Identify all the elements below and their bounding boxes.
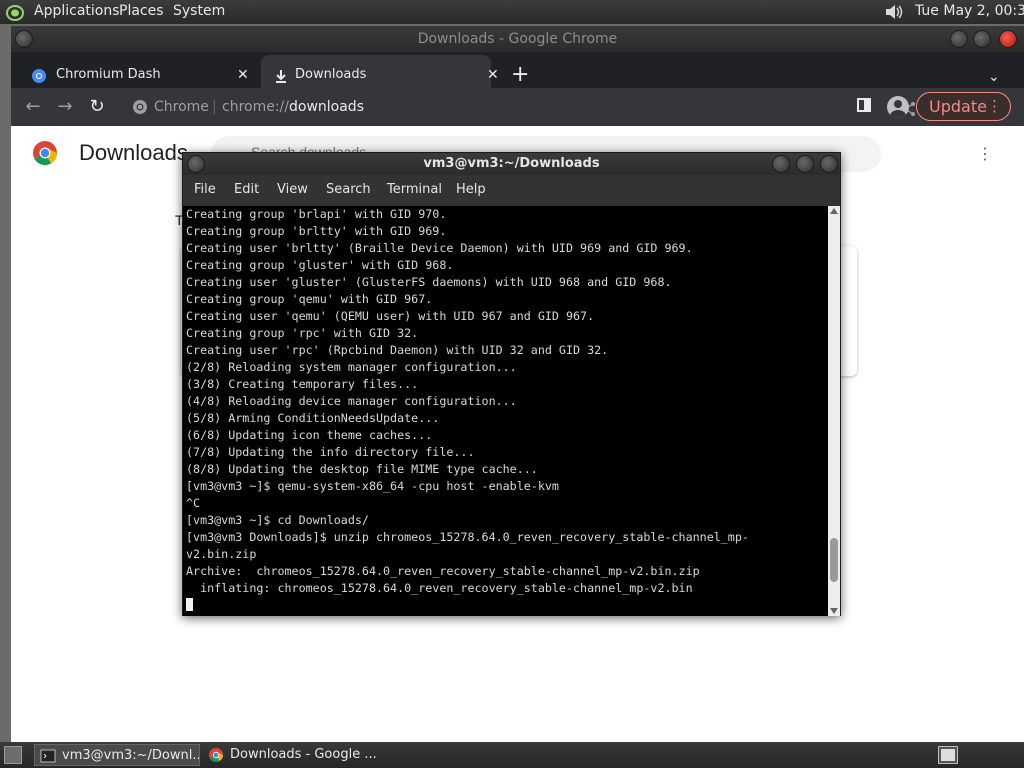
gnome-foot-icon[interactable]	[4, 2, 26, 22]
update-button[interactable]: Update ⋮	[916, 92, 1011, 121]
minimize-button[interactable]	[772, 155, 790, 173]
more-vert-icon: ⋮	[987, 97, 1002, 115]
terminal-line: (6/8) Updating icon theme caches...	[186, 428, 433, 442]
menu-terminal[interactable]: Terminal	[387, 182, 442, 197]
scroll-up-arrow-icon[interactable]	[830, 208, 838, 214]
task-label: Downloads - Google ...	[230, 747, 377, 762]
task-label: vm3@vm3:~/Downl...	[62, 748, 200, 763]
terminal-icon	[40, 749, 56, 763]
terminal-line: Creating group 'brlapi' with GID 970.	[186, 207, 447, 221]
maximize-button[interactable]	[796, 155, 814, 173]
terminal-line: (2/8) Reloading system manager configura…	[186, 360, 517, 374]
terminal-scrollbar[interactable]	[828, 206, 840, 616]
close-tab-icon[interactable]: ✕	[487, 58, 499, 92]
new-tab-button[interactable]: +	[511, 58, 529, 92]
terminal-line: [vm3@vm3 ~]$ qemu-system-x86_64 -cpu hos…	[186, 479, 559, 493]
omnibox[interactable]: Chrome | chrome://downloads ☆	[126, 92, 947, 122]
side-panel-icon[interactable]	[857, 98, 871, 112]
back-button[interactable]: ←	[19, 94, 47, 120]
terminal-window-title: vm3@vm3:~/Downloads	[423, 156, 600, 171]
terminal-line: (4/8) Reloading device manager configura…	[186, 394, 517, 408]
close-tab-icon[interactable]: ✕	[237, 58, 249, 92]
applications-menu[interactable]: Applications	[34, 3, 120, 19]
close-window-button[interactable]	[999, 30, 1017, 48]
menu-view[interactable]: View	[277, 182, 308, 197]
system-menu[interactable]: System	[173, 3, 225, 19]
terminal-line: Creating user 'rpc' (Rpcbind Daemon) wit…	[186, 343, 609, 357]
url-prefix: chrome://	[222, 99, 289, 115]
terminal-line: (8/8) Updating the desktop file MIME typ…	[186, 462, 538, 476]
profile-avatar-icon[interactable]	[887, 96, 909, 118]
more-actions-icon[interactable]: ⋮	[977, 144, 993, 163]
clock[interactable]: Tue May 2, 00:33	[915, 3, 1024, 19]
omnibox-separator: |	[212, 99, 217, 115]
terminal-line: [vm3@vm3 Downloads]$ unzip chromeos_1527…	[186, 530, 749, 544]
terminal-line: Creating group 'gluster' with GID 968.	[186, 258, 454, 272]
chrome-logo-icon	[33, 141, 57, 166]
volume-icon[interactable]	[883, 2, 905, 22]
terminal-line: Creating group 'qemu' with GID 967.	[186, 292, 433, 306]
menu-help[interactable]: Help	[456, 182, 486, 197]
minimize-button[interactable]	[950, 30, 968, 48]
text-cursor	[186, 598, 193, 611]
scroll-down-arrow-icon[interactable]	[830, 608, 838, 614]
terminal-line: Creating group 'brltty' with GID 969.	[186, 224, 447, 238]
terminal-line: Creating group 'rpc' with GID 32.	[186, 326, 419, 340]
update-label: Update	[929, 97, 987, 116]
terminal-lines: Creating group 'brlapi' with GID 970. Cre…	[186, 206, 749, 614]
chrome-icon	[133, 100, 147, 114]
omnibox-scheme-label: Chrome	[154, 99, 209, 115]
tab-downloads[interactable]: Downloads ✕	[261, 58, 499, 92]
maximize-button[interactable]	[973, 30, 991, 48]
toolbar: ← → ↻ Chrome | chrome://downloads ☆ Upda…	[11, 88, 1024, 126]
menu-file[interactable]: File	[194, 182, 216, 197]
download-icon	[276, 70, 286, 83]
scrollbar-thumb[interactable]	[830, 537, 838, 582]
close-window-button[interactable]	[820, 155, 838, 173]
terminal-line: Archive: chromeos_15278.64.0_reven_recov…	[186, 564, 700, 578]
omnibox-url[interactable]: chrome://downloads	[222, 92, 364, 122]
chrome-icon	[209, 748, 223, 762]
chrome-window-title: Downloads - Google Chrome	[417, 31, 618, 47]
forward-button[interactable]: →	[51, 94, 79, 120]
reload-button[interactable]: ↻	[83, 94, 111, 120]
page-title: Downloads	[79, 140, 188, 165]
tab-label: Chromium Dash	[56, 67, 161, 82]
terminal-line: (5/8) Arming ConditionNeedsUpdate...	[186, 411, 440, 425]
workspace-switcher[interactable]	[938, 746, 958, 764]
window-menu-button[interactable]	[187, 155, 205, 173]
url-host: downloads	[289, 99, 364, 115]
task-terminal[interactable]: vm3@vm3:~/Downl...	[34, 744, 200, 766]
terminal-prompt-line	[186, 597, 749, 614]
terminal-titlebar[interactable]: vm3@vm3:~/Downloads	[183, 153, 840, 175]
places-menu[interactable]: Places	[119, 3, 164, 19]
terminal-line: ^C	[186, 496, 201, 510]
task-chrome[interactable]: Downloads - Google ...	[203, 744, 383, 766]
terminal-line: Creating user 'qemu' (QEMU user) with UI…	[186, 309, 595, 323]
menu-edit[interactable]: Edit	[234, 182, 259, 197]
window-menu-button[interactable]	[15, 30, 33, 48]
terminal-line: (7/8) Updating the info directory file..…	[186, 445, 475, 459]
tab-label: Downloads	[295, 67, 367, 82]
tab-chromium-dash[interactable]: Chromium Dash ✕	[11, 58, 261, 92]
bottom-taskbar: vm3@vm3:~/Downl... Downloads - Google ..…	[0, 742, 1024, 768]
terminal-line: Creating user 'brltty' (Braille Device D…	[186, 241, 693, 255]
chrome-window-titlebar[interactable]: Downloads - Google Chrome	[11, 26, 1024, 52]
terminal-line: inflating: chromeos_15278.64.0_reven_rec…	[186, 581, 693, 595]
top-panel: Applications Places System Tue May 2, 00…	[0, 0, 1024, 24]
show-desktop-icon[interactable]	[4, 746, 22, 764]
terminal-line: (3/8) Creating temporary files...	[186, 377, 419, 391]
terminal-menubar: File Edit View Search Terminal Help	[183, 175, 840, 205]
terminal-output[interactable]: Creating group 'brlapi' with GID 970. Cre…	[183, 206, 828, 616]
menu-search[interactable]: Search	[326, 182, 371, 197]
terminal-window: vm3@vm3:~/Downloads File Edit View Searc…	[182, 152, 841, 616]
terminal-line: Creating user 'gluster' (GlusterFS daemo…	[186, 275, 672, 289]
terminal-line: v2.bin.zip	[186, 547, 257, 561]
terminal-line: [vm3@vm3 ~]$ cd Downloads/	[186, 513, 369, 527]
chromium-dash-favicon	[32, 69, 46, 83]
